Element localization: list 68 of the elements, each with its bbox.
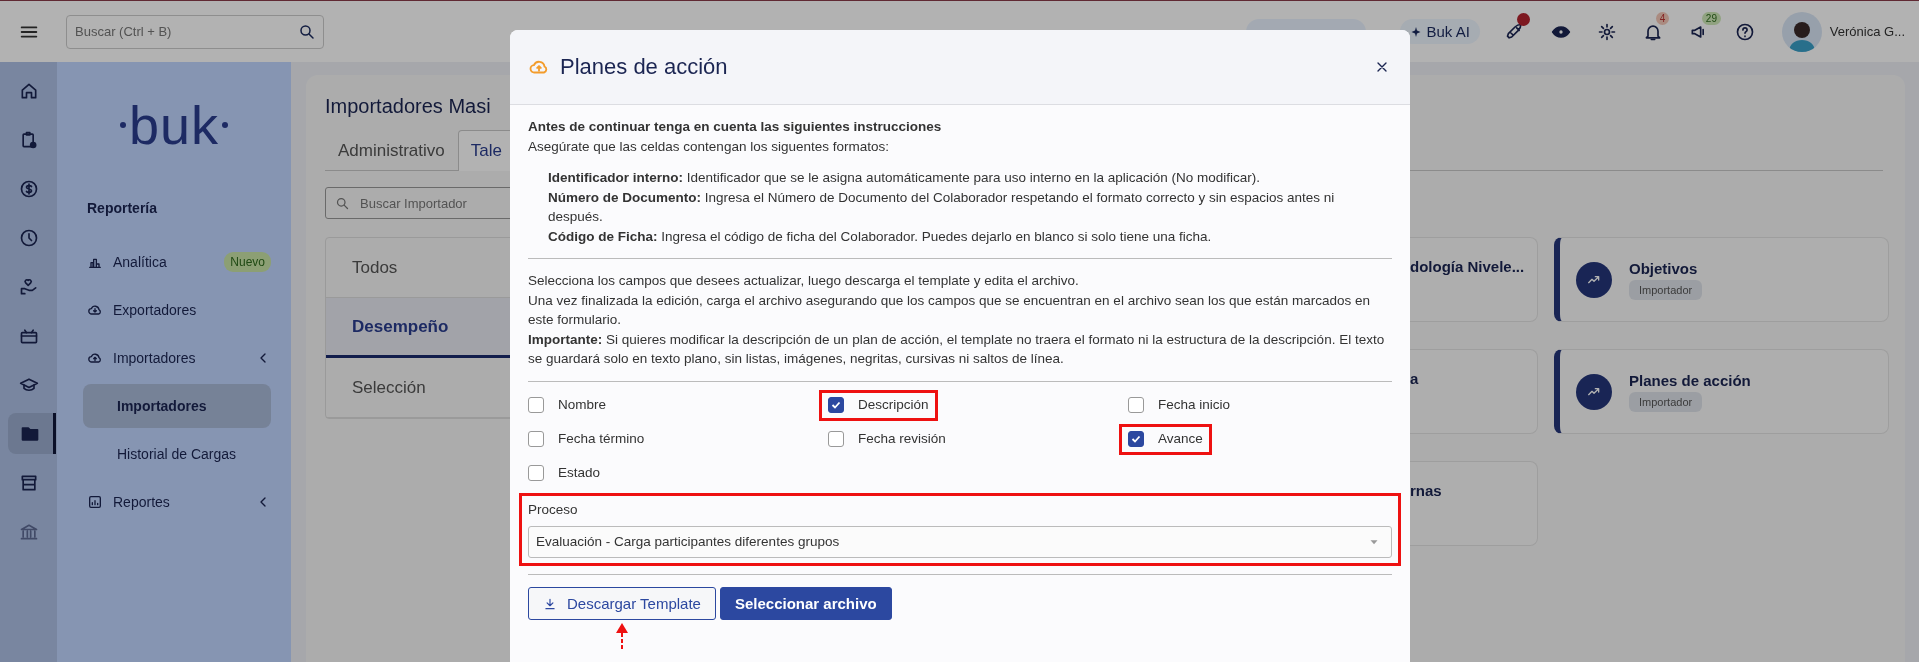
importer-card[interactable]: Objetivos Importador [1554,237,1889,322]
search-icon [298,22,316,41]
sidebar-item[interactable]: Importadores [77,334,271,382]
checkbox[interactable] [528,397,544,413]
card-title: rnas [1410,482,1442,499]
check-icon [831,400,841,410]
card-title: dología Nivele... [1410,258,1525,275]
ai-button[interactable]: Buk AI [1400,19,1480,44]
checkbox[interactable] [828,431,844,447]
field-label: Proceso [528,500,579,519]
checkbox-option[interactable]: Fecha inicio [1128,392,1231,418]
importer-card[interactable]: Planes de acción Importador [1554,349,1889,434]
sidebar-item[interactable]: Exportadores [77,286,271,334]
checkbox[interactable] [528,465,544,481]
format-description: Número de Documento: Ingresa el Número de Documento del Colaborador respetando el formato correcto y sin espacios antes ni después. [548,188,1336,226]
sidebar-subitem[interactable]: Importadores [83,384,271,428]
notification-badge: 4 [1655,11,1670,25]
checkbox-option[interactable]: Nombre [528,392,606,418]
sidebar-item[interactable]: Analítica Nuevo [77,238,271,286]
importer-card[interactable]: a [1410,349,1538,434]
checkbox[interactable] [828,397,844,413]
checkbox[interactable] [1128,397,1144,413]
buk-logo: buk [119,98,229,152]
format-description: Identificador interno: Identificador que se le asigna automáticamente para uso interno en la aplicación (No modificar). [548,169,1262,187]
news-badge: 29 [1701,11,1721,25]
card-title: Objetivos [1629,259,1699,277]
checkbox-option[interactable]: Avance [1128,426,1203,452]
instructions-text: Asegúrate que las celdas contengan los siguentes formatos: [528,137,890,156]
checkbox-option[interactable]: Estado [528,460,601,486]
modal-title: Planes de acción [560,54,729,80]
instructions-text: Selecciona los campos que desees actualizar, luego descarga el template y edita el archivo. [528,272,1080,290]
sidebar-subitem[interactable]: Historial de Cargas [83,432,271,476]
sidebar-item[interactable]: Reportes [77,478,271,526]
importer-card[interactable]: dología Nivele... [1410,237,1538,322]
page-title: Importadores Masi [325,95,492,118]
hand-heart-icon [18,276,39,297]
report-icon [87,494,103,510]
section-title: Reportería [87,200,159,216]
checkbox[interactable] [1128,431,1144,447]
checkbox-option[interactable]: Fecha revisión [828,426,946,452]
dollar-icon [18,178,39,199]
instructions-heading: Antes de continuar tenga en cuenta las siguientes instrucciones [528,118,943,136]
download-icon [543,596,557,611]
checkbox[interactable] [528,431,544,447]
instructions-text: Una vez finalizada la edición, carga el archivo asegurando que los campos que se encuentran en el archivo sean los que están marcados en este formulario. [528,291,1372,329]
process-select[interactable]: Evaluación - Carga participantes diferentes grupos [528,526,1392,558]
clock-icon [18,227,39,248]
search-field[interactable]: Buscar (Ctrl + B) [66,14,324,49]
checkbox-option[interactable]: Descripción [828,392,929,418]
format-description: Código de Ficha: Ingresa el código de ficha del Colaborador. Puedes dejarlo en blanco si solo tiene una ficha. [548,227,1213,246]
user-name[interactable]: Verónica G... [1829,24,1905,39]
card-title: a [1410,370,1419,387]
rail-item[interactable] [7,413,56,454]
help-icon [1734,21,1755,42]
check-icon [1131,434,1141,444]
tab[interactable]: Administrativo [325,130,458,171]
pointer-arrow [615,623,628,649]
card-title: Planes de acción [1629,371,1751,389]
settings-icon [1596,21,1617,42]
download-button[interactable]: Descargar Template [528,587,716,620]
alert-dot [1516,12,1530,26]
card-tag: Importador [1629,279,1703,300]
checkbox-option[interactable]: Fecha término [528,426,645,452]
importer-card[interactable]: rnas [1410,461,1538,546]
instructions-text: Importante: Si quieres modificar la descripción de un plan de acción, el template no traera el formato ni la estructura de la descripción. El texto se guardará solo en texto plano, sin listas, imágenes, negritas, cursivas ni saltos de línea. [528,330,1386,368]
new-badge: Nuevo [224,252,271,272]
card-tag: Importador [1629,391,1703,412]
select-file-button[interactable]: Seleccionar archivo [719,587,892,620]
